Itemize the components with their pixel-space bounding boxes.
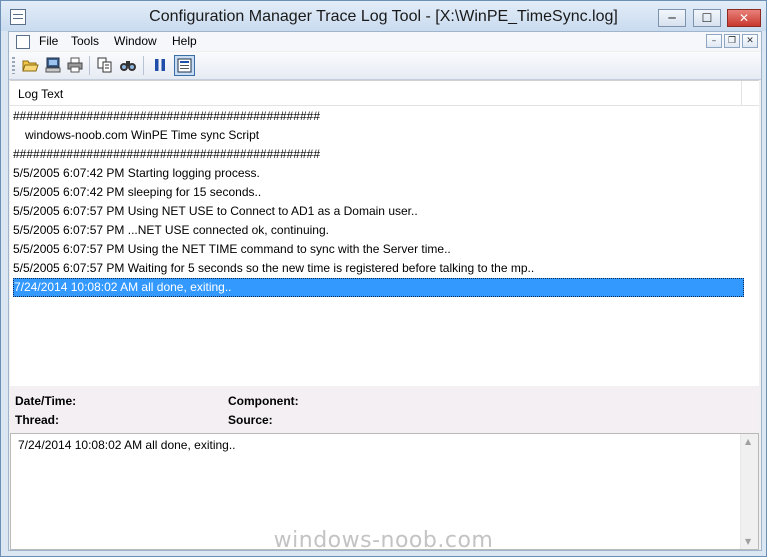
open-on-server-icon[interactable]	[44, 56, 62, 74]
main-window: Configuration Manager Trace Log Tool - […	[0, 0, 767, 557]
mdi-client: File Tools Window Help – ❐ ✕ Log Text ##…	[8, 31, 762, 551]
log-row[interactable]: ########################################…	[13, 107, 740, 126]
close-button[interactable]: ✕	[727, 9, 761, 27]
print-icon[interactable]	[66, 56, 84, 74]
column-divider[interactable]	[741, 81, 742, 105]
details-panel: Date/Time: Component: Thread: Source:	[10, 386, 759, 433]
toolbar-separator	[89, 56, 90, 75]
open-icon[interactable]	[21, 56, 39, 74]
find-icon[interactable]	[119, 56, 137, 74]
log-row[interactable]: 5/5/2005 6:07:42 PM sleeping for 15 seco…	[13, 183, 740, 202]
log-row[interactable]: 5/5/2005 6:07:42 PM Starting logging pro…	[13, 164, 740, 183]
document-icon[interactable]	[16, 35, 30, 49]
menu-file[interactable]: File	[39, 34, 58, 48]
log-row[interactable]: ########################################…	[13, 145, 740, 164]
message-text: 7/24/2014 10:08:02 AM all done, exiting.…	[18, 438, 236, 452]
menu-bar: File Tools Window Help – ❐ ✕	[9, 32, 761, 51]
pause-icon[interactable]	[151, 56, 169, 74]
source-label: Source:	[228, 413, 273, 427]
child-restore-button[interactable]: ❐	[724, 34, 740, 48]
log-row[interactable]: windows-noob.com WinPE Time sync Script	[25, 126, 752, 145]
minimize-button[interactable]: ─	[658, 9, 686, 27]
maximize-button[interactable]: ☐	[693, 9, 721, 27]
menu-help[interactable]: Help	[172, 34, 197, 48]
child-minimize-button[interactable]: –	[706, 34, 722, 48]
copy-icon[interactable]	[96, 56, 114, 74]
watermark: windows-noob.com	[273, 528, 494, 553]
log-row[interactable]: 5/5/2005 6:07:57 PM ...NET USE connected…	[13, 221, 740, 240]
component-label: Component:	[228, 394, 299, 408]
log-row[interactable]: 5/5/2005 6:07:57 PM Using NET USE to Con…	[13, 202, 740, 221]
column-header-label: Log Text	[18, 87, 64, 101]
date-time-label: Date/Time:	[15, 394, 77, 408]
menu-window[interactable]: Window	[114, 34, 157, 48]
column-header-log-text[interactable]: Log Text	[10, 81, 759, 106]
highlight-icon[interactable]	[174, 55, 195, 76]
toolbar-grip[interactable]	[12, 57, 15, 74]
thread-label: Thread:	[15, 413, 60, 427]
window-title: Configuration Manager Trace Log Tool - […	[149, 8, 618, 25]
log-row[interactable]: 5/5/2005 6:07:57 PM Waiting for 5 second…	[13, 259, 740, 278]
menu-tools[interactable]: Tools	[71, 34, 99, 48]
log-list[interactable]: Log Text ###############################…	[10, 80, 759, 386]
title-bar[interactable]: Configuration Manager Trace Log Tool - […	[1, 1, 766, 31]
toolbar	[9, 52, 761, 80]
toolbar-separator	[143, 56, 144, 75]
child-close-button[interactable]: ✕	[742, 34, 758, 48]
log-row-selected[interactable]: 7/24/2014 10:08:02 AM all done, exiting.…	[13, 278, 744, 297]
log-row[interactable]: 5/5/2005 6:07:57 PM Using the NET TIME c…	[13, 240, 740, 259]
scroll-up-icon[interactable]: ▲	[745, 437, 751, 446]
